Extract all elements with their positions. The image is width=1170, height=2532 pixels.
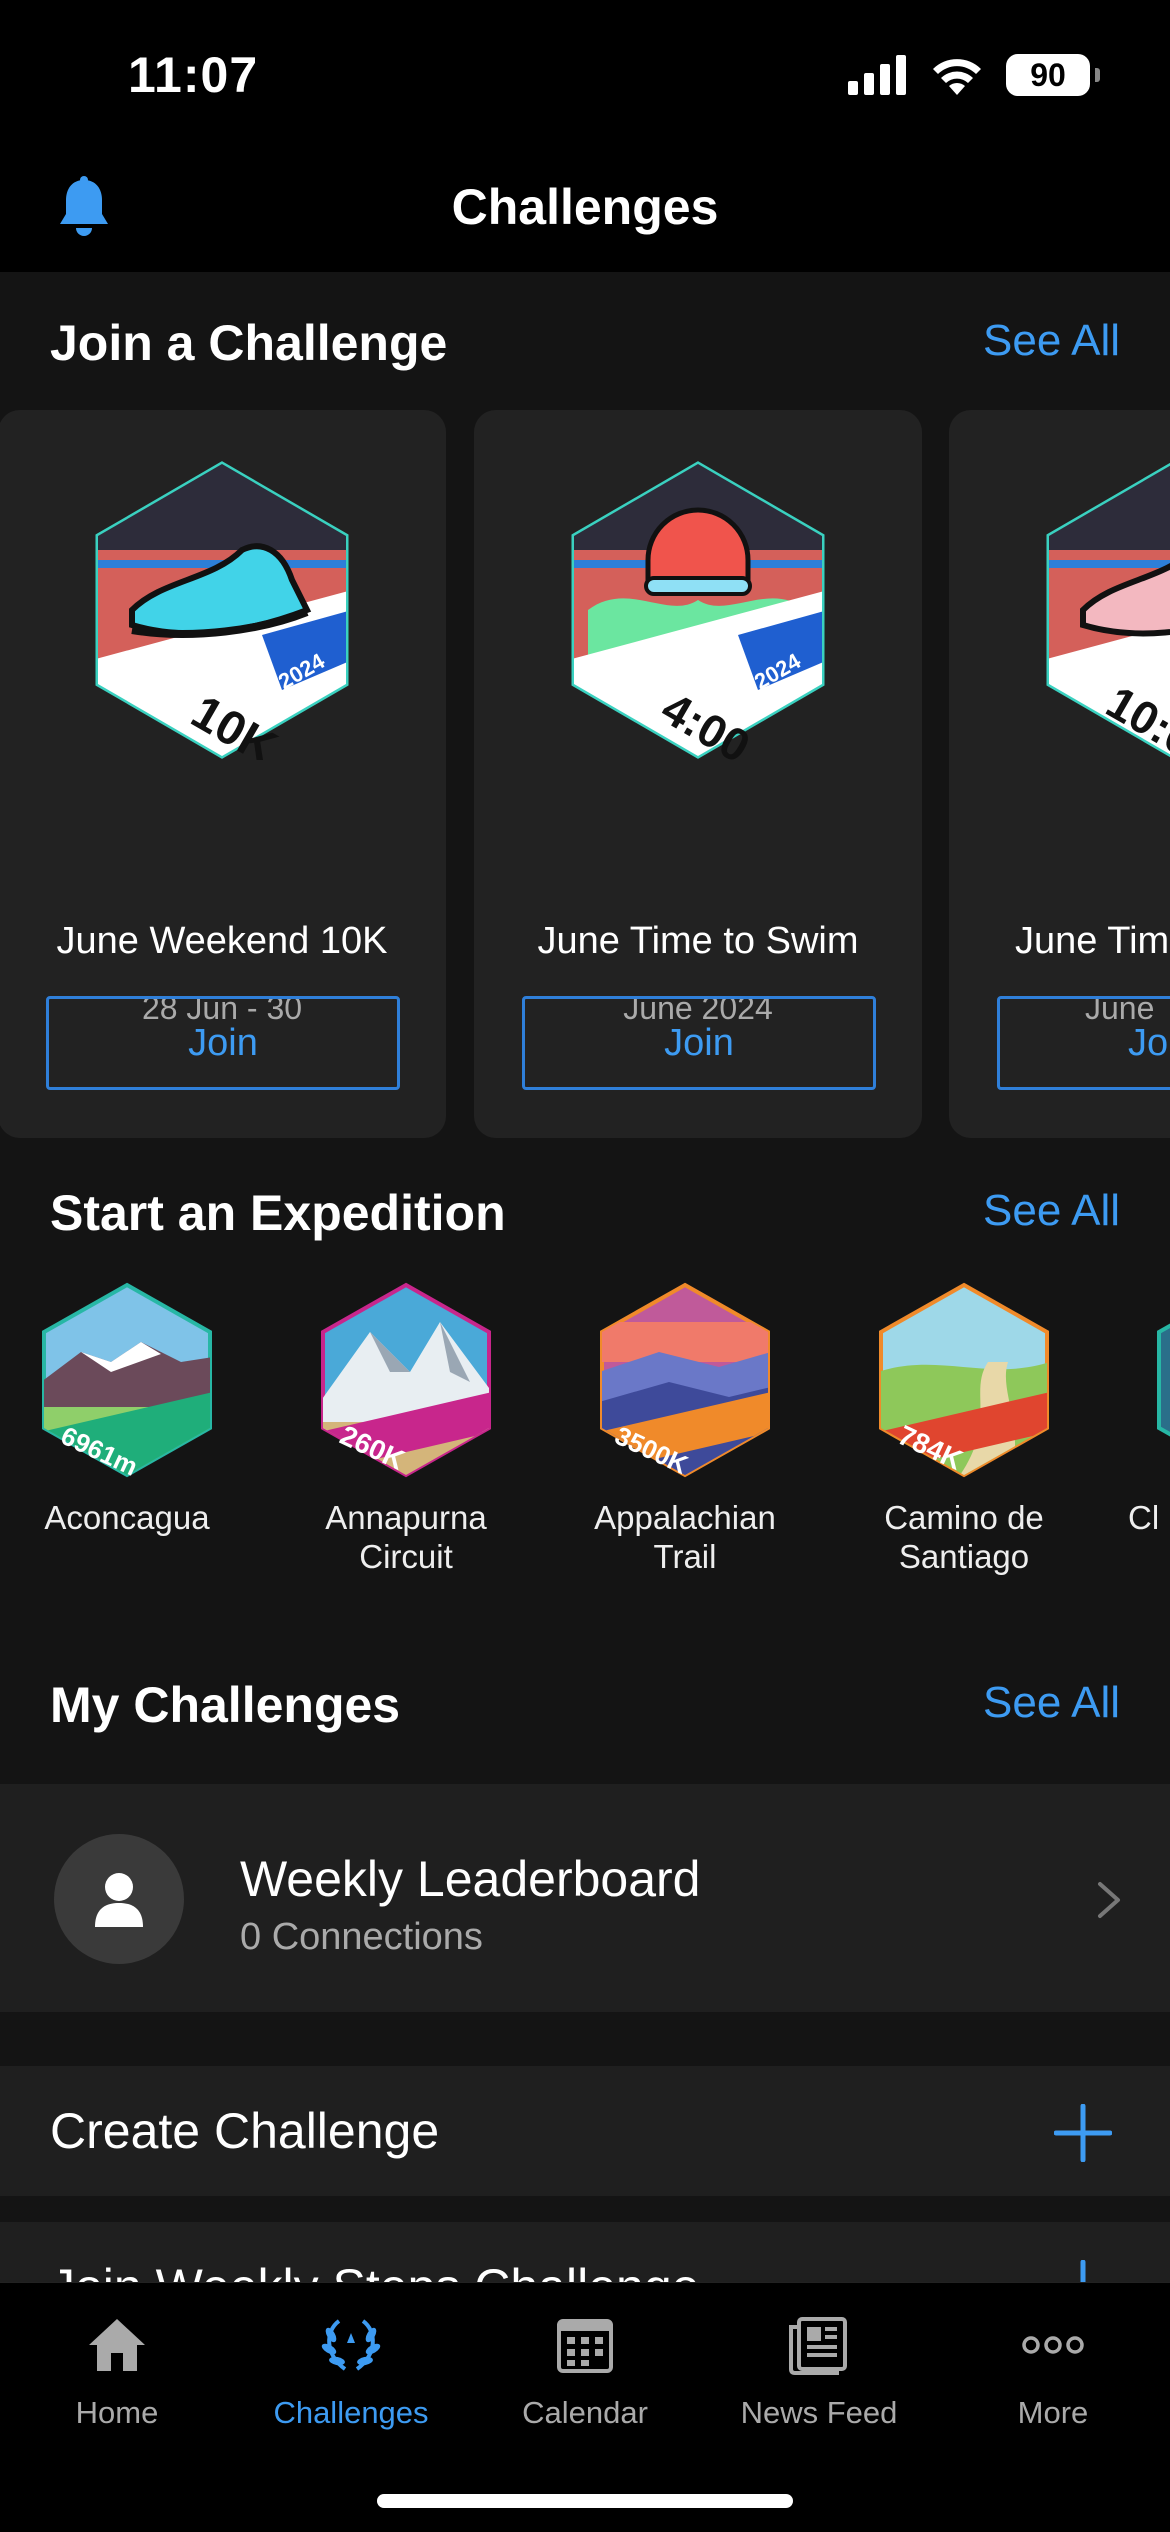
challenge-name: June Weekend 10K [56, 920, 388, 962]
tab-label: More [1017, 2395, 1089, 2430]
main-content: Join a Challenge See All 10K 2024 June W… [0, 272, 1170, 2282]
signal-icon [848, 55, 906, 95]
chevron-right-icon [1098, 1882, 1120, 1918]
plus-icon[interactable] [1054, 2260, 1112, 2282]
tab-challenges[interactable]: Challenges [234, 2313, 468, 2431]
status-time: 11:07 [128, 47, 259, 103]
status-bar: 11:07 90 [0, 0, 1170, 150]
expedition-item[interactable]: 3500K Appalachian Trail [570, 1282, 800, 1576]
challenge-name: June Tim [1015, 920, 1170, 962]
calendar-icon [557, 2319, 613, 2373]
more-icon [1022, 2336, 1084, 2354]
status-icons: 90 [848, 54, 1100, 96]
challenge-card[interactable]: 10K 2024 June Weekend 10K 28 Jun - 30 Jo… [0, 410, 446, 1138]
expedition-name: Annapurna Circuit [325, 1499, 487, 1575]
newspaper-icon [789, 2317, 847, 2375]
tab-home[interactable]: Home [0, 2313, 234, 2431]
home-icon [89, 2319, 145, 2371]
leaderboard-row[interactable]: Weekly Leaderboard 0 Connections [0, 1784, 1170, 2012]
person-icon [95, 1873, 143, 1927]
running-shoe-badge-icon: 10:00 [1046, 462, 1170, 760]
swim-cap-badge-icon: 4:00 2024 [571, 461, 825, 760]
mountain-badge-icon [1157, 1323, 1170, 1437]
path-badge-icon: 784K [879, 1282, 1049, 1478]
expedition-item[interactable]: Cl [1128, 1282, 1170, 1537]
challenge-name: June Time to Swim [537, 920, 859, 962]
tab-label: Challenges [273, 2395, 429, 2430]
wifi-icon [933, 59, 981, 95]
challenge-card[interactable]: 4:00 2024 June Time to Swim June 2024 Jo… [474, 410, 922, 1138]
join-steps-label: Join Weekly Steps Challenge [50, 2258, 699, 2282]
join-section-title: Join a Challenge [50, 315, 448, 371]
tab-label: Home [75, 2395, 159, 2430]
tab-label: News Feed [740, 2395, 898, 2430]
leaderboard-subtitle: 0 Connections [240, 1916, 483, 1958]
plus-icon[interactable] [1054, 2104, 1112, 2162]
avatar [54, 1834, 184, 1964]
create-challenge-label: Create Challenge [50, 2103, 440, 2159]
leaderboard-title: Weekly Leaderboard [240, 1851, 701, 1907]
join-steps-row[interactable]: Join Weekly Steps Challenge [0, 2222, 1170, 2282]
my-challenges-title: My Challenges [50, 1677, 401, 1733]
expedition-name: Camino de Santiago [884, 1499, 1044, 1575]
challenge-carousel[interactable]: 10K 2024 June Weekend 10K 28 Jun - 30 Jo… [0, 410, 1170, 1138]
running-shoe-badge-icon: 10K 2024 [95, 461, 349, 760]
mountain-badge-icon: 3500K [600, 1282, 770, 1478]
expedition-see-all-link[interactable]: See All [983, 1186, 1120, 1236]
battery-indicator: 90 [1006, 54, 1100, 96]
tab-news-feed[interactable]: News Feed [702, 2313, 936, 2431]
expedition-item[interactable]: 260K Annapurna Circuit [291, 1282, 521, 1576]
join-see-all-link[interactable]: See All [983, 316, 1120, 366]
mountain-badge-icon: 260K [321, 1282, 491, 1478]
home-indicator [377, 2494, 793, 2508]
nav-header: Challenges [0, 150, 1170, 272]
expedition-section-title: Start an Expedition [50, 1185, 506, 1241]
join-button[interactable]: Jo [997, 996, 1170, 1090]
tab-more[interactable]: More [936, 2313, 1170, 2431]
tab-label: Calendar [522, 2395, 648, 2430]
mountain-badge-icon: 6961m [42, 1282, 212, 1478]
page-title: Challenges [451, 179, 719, 235]
join-button[interactable]: Join [46, 996, 400, 1090]
expedition-name: Aconcagua [44, 1499, 210, 1536]
tab-calendar[interactable]: Calendar [468, 2313, 702, 2431]
expedition-name: Cl [1128, 1499, 1160, 1536]
laurel-icon [321, 2319, 381, 2371]
create-challenge-row[interactable]: Create Challenge [0, 2066, 1170, 2196]
expedition-item[interactable]: 6961m Aconcagua [12, 1282, 242, 1537]
my-challenges-see-all-link[interactable]: See All [983, 1678, 1120, 1728]
join-button[interactable]: Join [522, 996, 876, 1090]
challenge-card[interactable]: 10:00 June Tim June Jo [949, 410, 1170, 1138]
expedition-name: Appalachian Trail [594, 1499, 776, 1575]
expedition-item[interactable]: 784K Camino de Santiago [849, 1282, 1079, 1576]
